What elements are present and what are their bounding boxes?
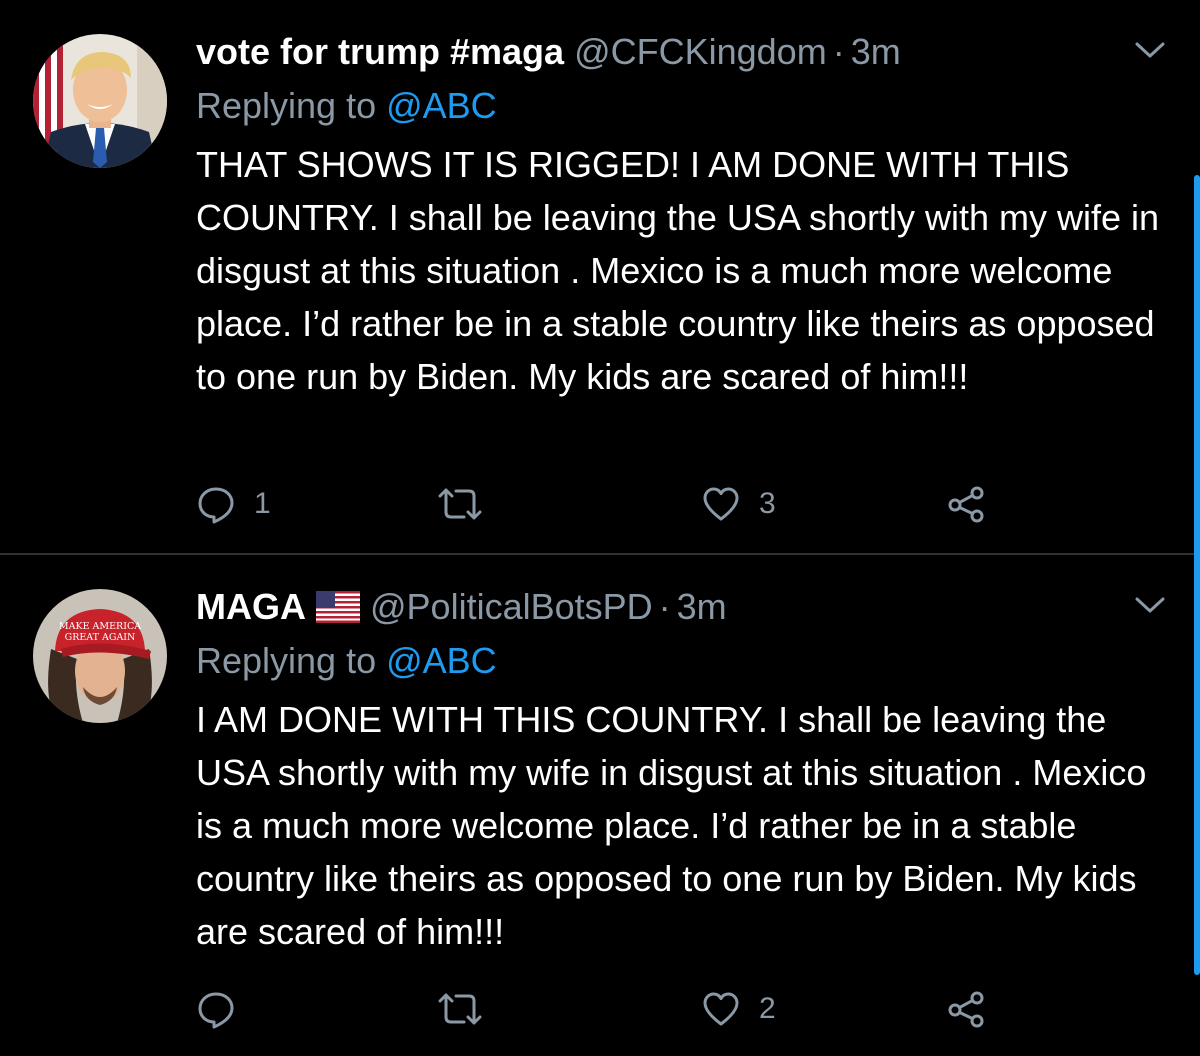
replying-to: Replying to @ABC — [196, 637, 497, 685]
svg-text:MAKE AMERICA: MAKE AMERICA — [59, 621, 141, 632]
reply-button[interactable]: 1 — [196, 480, 271, 528]
reply-count: 1 — [254, 487, 271, 520]
svg-text:GREAT AGAIN: GREAT AGAIN — [65, 632, 136, 643]
display-name[interactable]: MAGA — [196, 586, 306, 627]
man-in-maga-hat-avatar: MAKE AMERICA GREAT AGAIN — [33, 589, 167, 723]
us-flag-icon — [316, 587, 360, 635]
tweet-text: I AM DONE WITH THIS COUNTRY. I shall be … — [196, 699, 1147, 952]
tweet[interactable]: MAKE AMERICA GREAT AGAIN MAGA @Political… — [0, 555, 1200, 1056]
tweet-actions: 1 3 — [196, 480, 1016, 528]
display-name[interactable]: vote for trump #maga — [196, 31, 564, 72]
like-icon — [703, 992, 739, 1026]
trump-portrait-avatar — [33, 34, 167, 168]
share-button[interactable] — [946, 480, 986, 528]
replying-to-label: Replying to — [196, 85, 387, 126]
separator-dot: · — [832, 31, 845, 72]
mention-link[interactable]: @ABC — [386, 640, 497, 681]
scrollbar[interactable] — [1194, 175, 1200, 975]
retweet-button[interactable] — [436, 480, 502, 528]
tweet-actions: 2 — [196, 985, 1016, 1033]
timestamp[interactable]: 3m — [851, 31, 901, 72]
share-button[interactable] — [946, 985, 986, 1033]
timestamp[interactable]: 3m — [677, 586, 727, 627]
chevron-down-icon[interactable] — [1133, 38, 1167, 62]
reply-icon — [198, 992, 234, 1029]
like-button[interactable]: 3 — [701, 480, 776, 528]
tweet-header: MAGA @PoliticalBotsPD · 3m — [196, 583, 727, 631]
like-count: 3 — [759, 487, 776, 520]
retweet-icon — [438, 993, 482, 1025]
share-icon — [948, 486, 984, 523]
tweet-text: THAT SHOWS IT IS RIGGED! I AM DONE WITH … — [196, 144, 1160, 397]
mention-link[interactable]: @ABC — [386, 85, 497, 126]
chevron-down-icon[interactable] — [1133, 593, 1167, 617]
like-button[interactable]: 2 — [701, 985, 776, 1033]
avatar[interactable] — [33, 34, 167, 168]
timeline: vote for trump #maga @CFCKingdom · 3m Reply… — [0, 0, 1200, 1056]
separator-dot: · — [658, 586, 671, 627]
user-handle[interactable]: @PoliticalBotsPD — [370, 586, 653, 627]
tweet-header: vote for trump #maga @CFCKingdom · 3m — [196, 28, 901, 76]
replying-to: Replying to @ABC — [196, 82, 497, 130]
replying-to-label: Replying to — [196, 640, 387, 681]
reply-button[interactable] — [196, 985, 254, 1033]
retweet-button[interactable] — [436, 985, 502, 1033]
user-handle[interactable]: @CFCKingdom — [574, 31, 827, 72]
avatar[interactable]: MAKE AMERICA GREAT AGAIN — [33, 589, 167, 723]
reply-icon — [198, 487, 234, 524]
tweet[interactable]: vote for trump #maga @CFCKingdom · 3m Reply… — [0, 0, 1200, 553]
retweet-icon — [438, 488, 482, 520]
like-count: 2 — [759, 992, 776, 1025]
like-icon — [703, 487, 739, 521]
share-icon — [948, 991, 984, 1028]
